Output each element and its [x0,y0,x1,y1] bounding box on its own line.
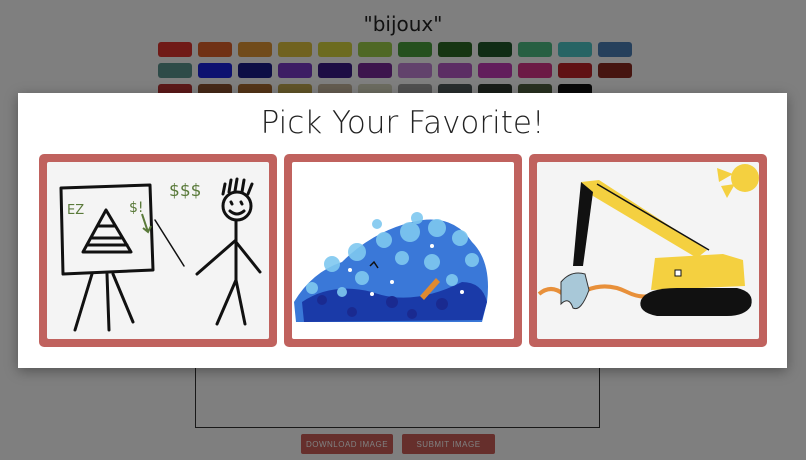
drawing-thumbnail-3 [537,162,759,339]
excavator-drawing [537,164,759,316]
vote-modal: Pick Your Favorite! EZ $! $$$ [18,93,787,368]
drawing-option-1[interactable]: EZ $! $$$ [39,154,277,347]
dollar-annotation: $! [129,200,144,216]
stick-figure-drawing: EZ $! $$$ [59,177,262,332]
drawing-option-2[interactable] [284,154,522,347]
drawing-thumbnail-1: EZ $! $$$ [47,162,269,339]
ez-annotation: EZ [67,203,84,218]
drawing-thumbnail-2 [292,162,514,339]
drawing-option-3[interactable] [529,154,767,347]
modal-title: Pick Your Favorite! [260,105,545,141]
money-annotation: $$$ [169,181,201,201]
wave-drawing [294,212,488,322]
